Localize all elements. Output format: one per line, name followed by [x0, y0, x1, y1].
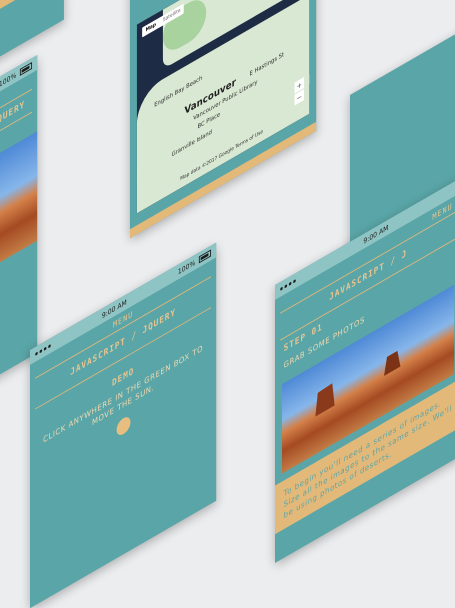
right-phone: 9:00 AM MENU JAVASCRIPT / J STEP 01 GRAB…	[275, 178, 455, 564]
map-tab-map[interactable]: Map	[142, 18, 159, 38]
battery-icon	[20, 62, 32, 76]
center-phone: 9:00 AM 100% MENU JAVASCRIPT / JQUERY DE…	[30, 243, 216, 608]
card-tan-strip	[0, 0, 64, 32]
left-desert-photo	[0, 131, 37, 325]
mockup-stage: STYLING YOUR GOOGLE MAP Map Satellite ⛶ …	[0, 0, 455, 455]
sun-icon[interactable]	[116, 414, 130, 438]
map-phone: STYLING YOUR GOOGLE MAP Map Satellite ⛶ …	[130, 0, 316, 238]
left-battery-text: 100%	[0, 71, 16, 89]
left-battery: 100%	[0, 61, 32, 88]
